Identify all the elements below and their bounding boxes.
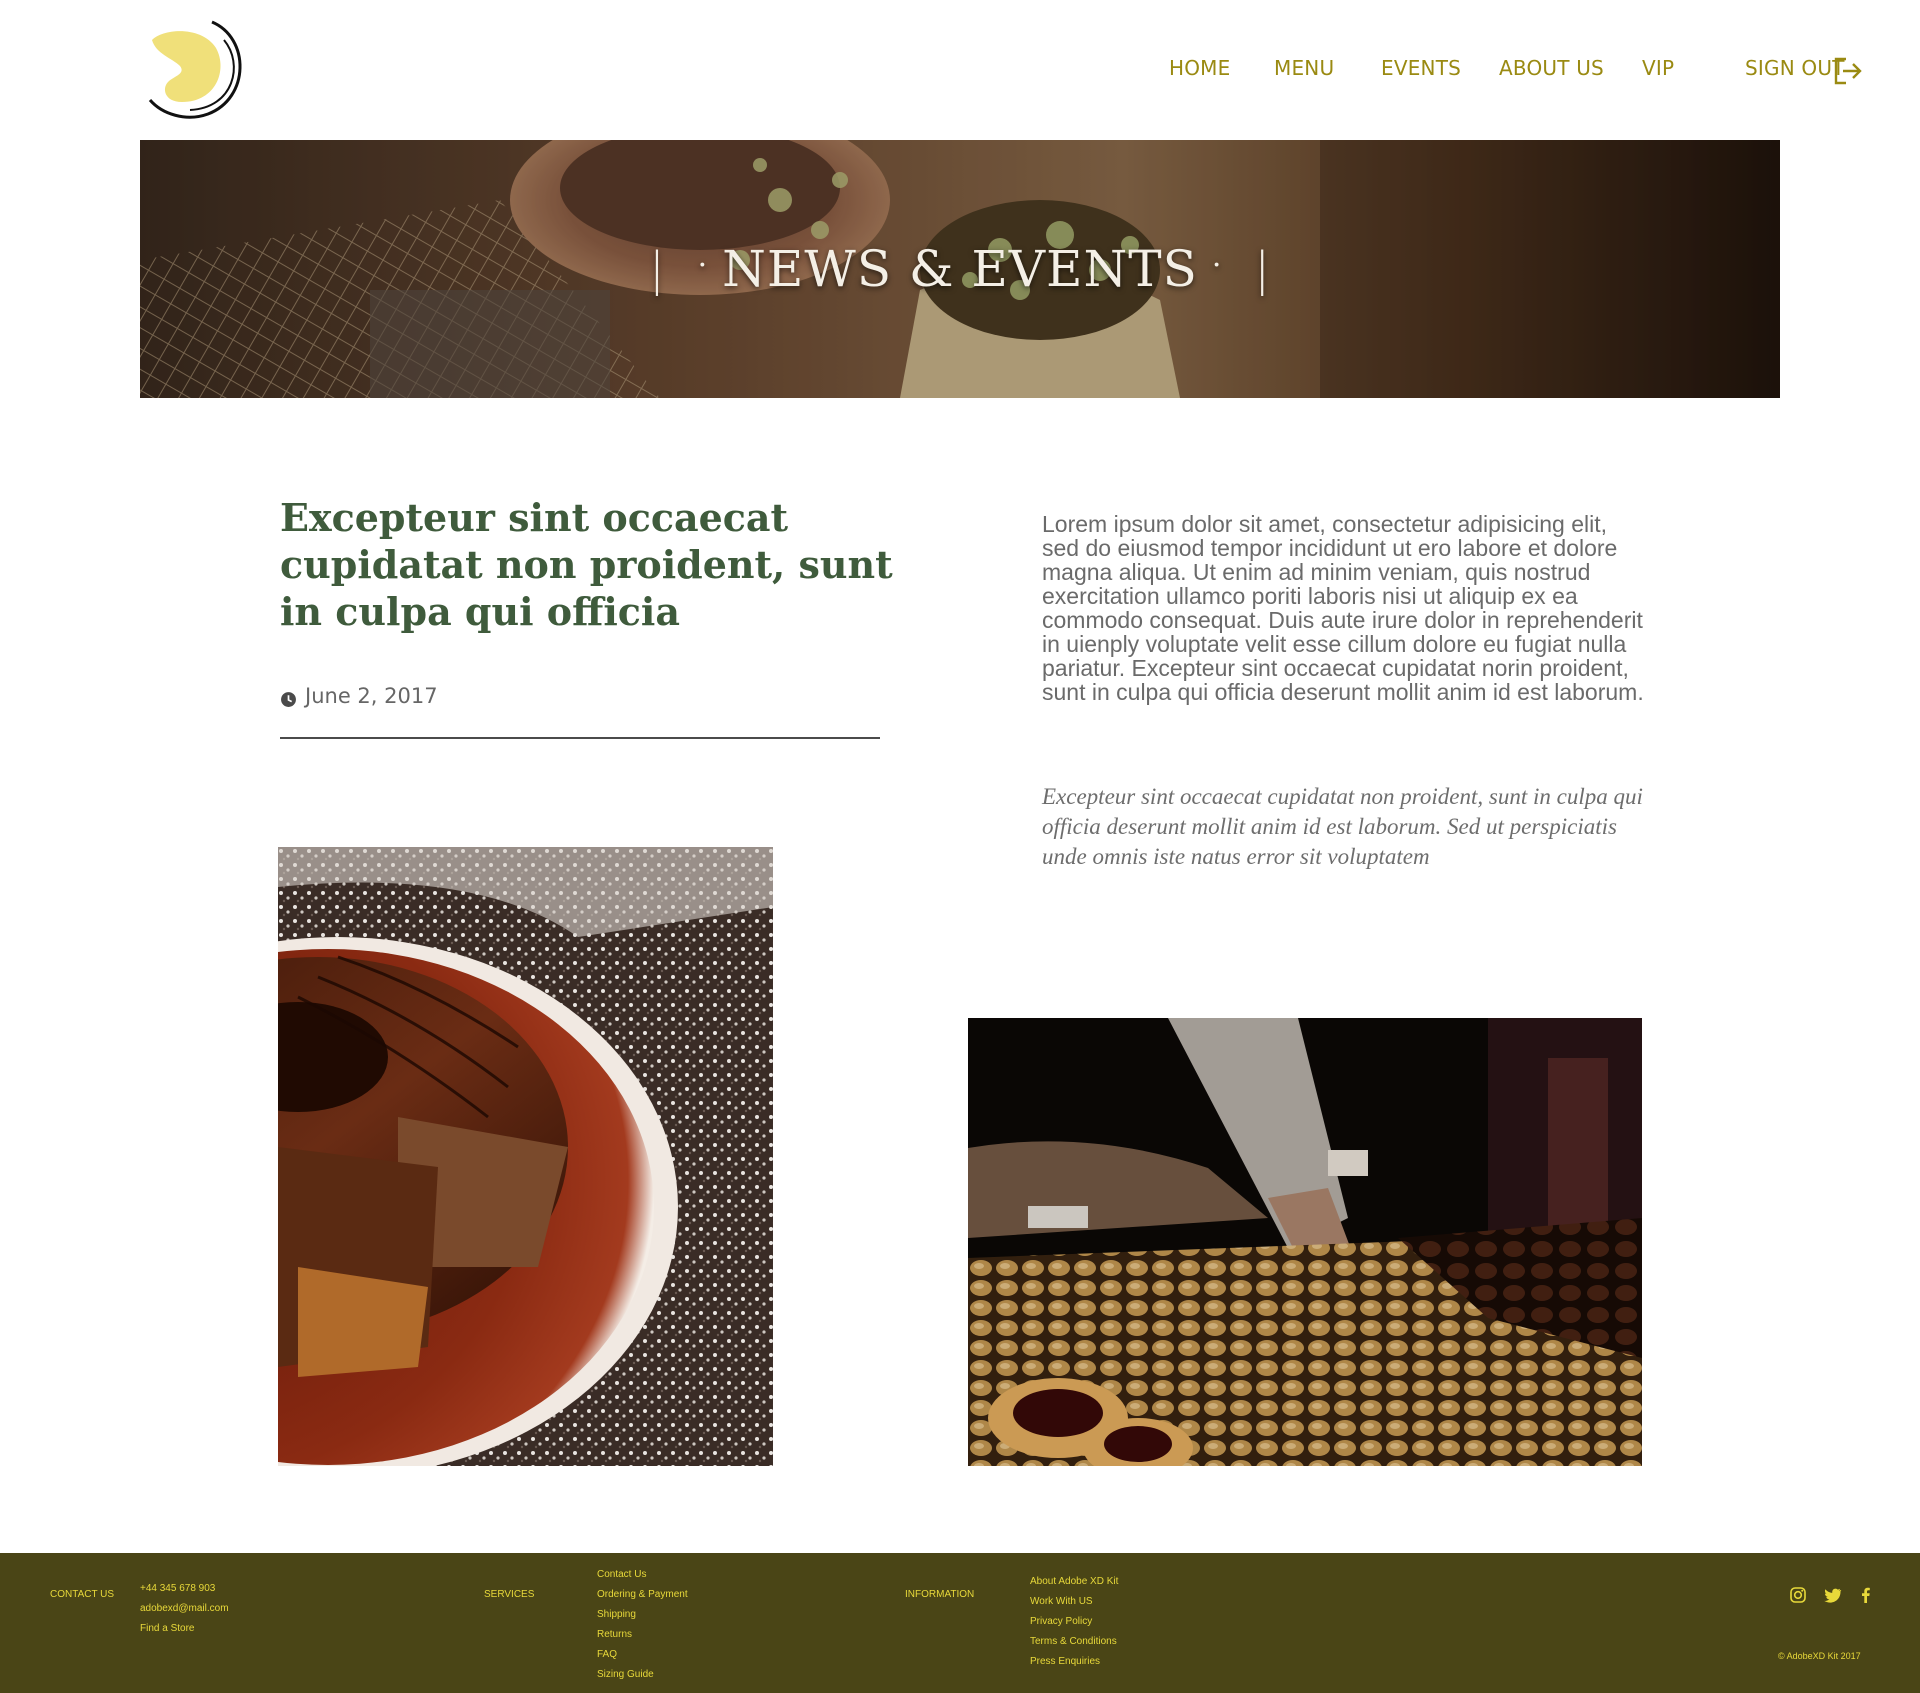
nav-menu-link[interactable]: MENU (1274, 56, 1334, 80)
footer-information-link[interactable]: Terms & Conditions (1030, 1636, 1117, 1647)
nav-vip-link[interactable]: VIP (1642, 56, 1674, 80)
instagram-icon[interactable] (1789, 1586, 1807, 1604)
footer-information-link[interactable]: About Adobe XD Kit (1030, 1576, 1118, 1587)
footer-services-link[interactable]: Sizing Guide (597, 1669, 654, 1680)
footer-information-link[interactable]: Press Enquiries (1030, 1656, 1100, 1667)
main-nav: HOME MENU EVENTS ABOUT US VIP SIGN OUT (0, 56, 1920, 86)
nav-events-link[interactable]: EVENTS (1381, 56, 1461, 80)
hero-title-bar-left: | (649, 242, 666, 296)
article-quote: Excepteur sint occaecat cupidatat non pr… (1042, 784, 1643, 869)
footer-services-heading: SERVICES (484, 1589, 535, 1600)
footer-services-link[interactable]: Shipping (597, 1609, 636, 1620)
footer-services-link[interactable]: Ordering & Payment (597, 1589, 688, 1600)
nav-signout-link[interactable]: SIGN OUT (1745, 56, 1845, 80)
article-headline: Excepteur sint occaecat cupidatat non pr… (280, 495, 893, 634)
article-divider (280, 737, 880, 739)
hero-banner: | · NEWS & EVENTS · | (140, 140, 1780, 398)
footer-contact-phone[interactable]: +44 345 678 903 (140, 1583, 215, 1594)
hero-title-dot-left: · (697, 247, 709, 283)
article-date-text: June 2, 2017 (305, 684, 438, 708)
site-footer: CONTACT US +44 345 678 903 adobexd@mail.… (0, 1553, 1920, 1693)
hero-title: | · NEWS & EVENTS · | (140, 140, 1780, 398)
nav-about-link[interactable]: ABOUT US (1499, 56, 1604, 80)
footer-contact-email[interactable]: adobexd@mail.com (140, 1603, 229, 1614)
footer-copyright: © AdobeXD Kit 2017 (1778, 1651, 1861, 1661)
footer-services-link[interactable]: Returns (597, 1629, 632, 1640)
footer-information-link[interactable]: Privacy Policy (1030, 1616, 1092, 1627)
hero-title-bar-right: | (1254, 242, 1271, 296)
article-date: June 2, 2017 (280, 682, 438, 710)
nav-home-link[interactable]: HOME (1169, 56, 1230, 80)
footer-information-link[interactable]: Work With US (1030, 1596, 1093, 1607)
footer-find-store-link[interactable]: Find a Store (140, 1623, 194, 1634)
clock-icon (281, 691, 296, 707)
article-body: Lorem ipsum dolor sit amet, consectetur … (1042, 511, 1644, 705)
footer-services-link[interactable]: Contact Us (597, 1569, 646, 1580)
facebook-icon[interactable] (1857, 1586, 1875, 1604)
hero-title-dot-right: · (1211, 247, 1223, 283)
footer-services-link[interactable]: FAQ (597, 1649, 617, 1660)
footer-information-heading: INFORMATION (905, 1589, 975, 1600)
twitter-icon[interactable] (1824, 1586, 1842, 1604)
sign-out-icon[interactable] (1832, 56, 1864, 86)
hero-title-text: NEWS & EVENTS (722, 240, 1198, 298)
cake-photo (278, 847, 773, 1466)
pastry-shop-photo (968, 1018, 1642, 1466)
footer-contact-heading: CONTACT US (50, 1589, 115, 1600)
